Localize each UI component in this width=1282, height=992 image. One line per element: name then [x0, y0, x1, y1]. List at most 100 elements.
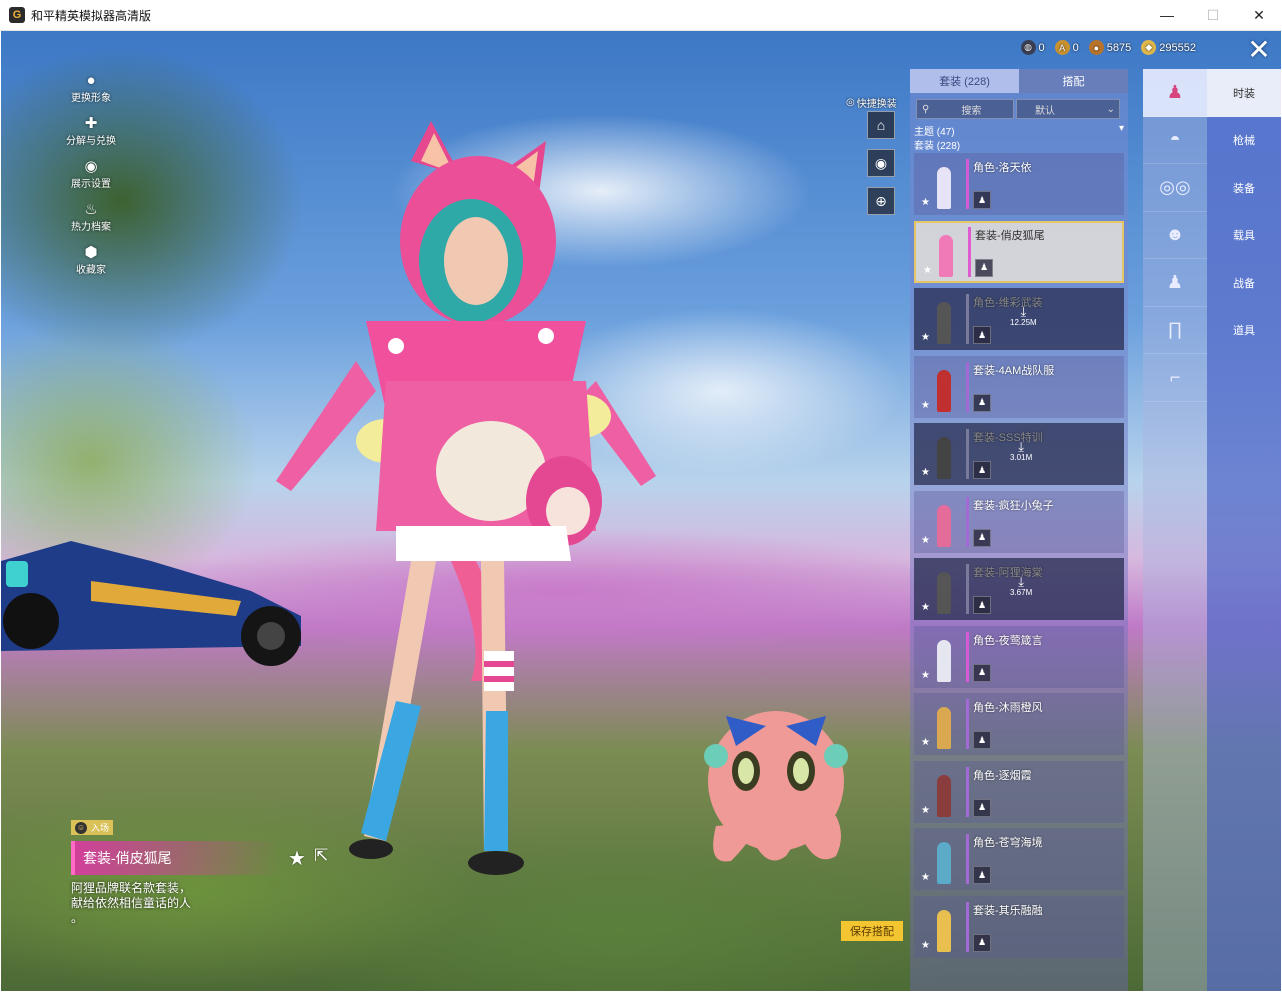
theme-count: 主题 (47)	[914, 127, 955, 138]
main-tab-vehicles[interactable]: 载具	[1207, 212, 1281, 260]
change-appearance-button[interactable]: ● 更换形象	[61, 71, 121, 105]
category-glasses[interactable]: ◎◎	[1143, 164, 1207, 212]
dropdown-triangle-icon: ▾	[1118, 123, 1124, 134]
main-tab-equipment[interactable]: 装备	[1207, 164, 1281, 212]
currency-gold-a[interactable]: A 0	[1054, 40, 1079, 55]
download-indicator[interactable]: ⤓ 3.67M	[1010, 575, 1032, 597]
search-placeholder: 搜索	[961, 105, 982, 117]
currency-diamond[interactable]: ◆ 295552	[1141, 40, 1196, 55]
main-tab-props[interactable]: 道具	[1207, 307, 1281, 355]
category-cap[interactable]: ◓	[1143, 117, 1207, 164]
outfit-thumbnail: ★	[919, 429, 969, 479]
category-character[interactable]: ♟	[1143, 69, 1207, 117]
save-outfit-button[interactable]: 保存搭配	[841, 921, 903, 941]
set-count: 套装 (228)	[914, 141, 961, 152]
outfit-item[interactable]: ★ 角色-夜莺箴言 ♟	[914, 625, 1124, 688]
diamond-coin-icon: ◆	[1141, 40, 1157, 55]
main-tab-battle-gear[interactable]: 战备	[1207, 259, 1281, 307]
theme-filter[interactable]: 主题 (47) ▾	[910, 119, 1128, 138]
outfit-thumbnail: ★	[919, 564, 969, 614]
favorite-button[interactable]: ★	[288, 846, 306, 871]
share-icon: ⇱	[314, 846, 329, 865]
main-tab-guns[interactable]: 枪械	[1207, 117, 1281, 165]
outfit-name: 套装-疯狂小兔子	[973, 499, 1054, 512]
minimize-button[interactable]: —	[1144, 0, 1190, 30]
tab-sets[interactable]: 套装 (228)	[910, 69, 1019, 93]
app-logo-icon: G	[9, 7, 25, 23]
player-character	[276, 121, 656, 875]
outfit-part-thumbnail: ♟	[973, 191, 991, 209]
currency-bronze[interactable]: ● 5875	[1088, 40, 1132, 55]
outfit-thumbnail: ★	[919, 294, 969, 344]
window-title: 和平精英模拟器高清版	[31, 8, 152, 23]
star-icon: ★	[921, 872, 930, 883]
outfit-thumbnail: ★	[919, 159, 969, 209]
main-tab-fashion[interactable]: 时装	[1207, 69, 1281, 117]
display-settings-button[interactable]: ◉ 展示设置	[61, 157, 121, 190]
outfit-item[interactable]: ★ 套装-疯狂小兔子 ♟	[914, 490, 1124, 553]
outfit-item[interactable]: ★ 角色-沐雨橙风 ♟	[914, 693, 1124, 755]
currency-gold-a-value: 0	[1072, 41, 1079, 54]
outfit-part-thumbnail: ♟	[973, 731, 991, 749]
outfit-item[interactable]: ★ 套装-4AM战队服 ♟	[914, 355, 1124, 418]
add-outfit-button[interactable]: ⊕	[867, 187, 895, 215]
currency-globe[interactable]: ◍ 0	[1020, 40, 1045, 55]
outfit-item[interactable]: ★ 角色-苍穹海境 ♟	[914, 828, 1124, 890]
outfit-name: 套装-其乐融融	[973, 904, 1043, 917]
outfit-item[interactable]: ★ 套装-SSS特训 ♟ ⤓ 3.01M	[914, 423, 1124, 485]
download-size: 3.01M	[1010, 453, 1033, 462]
outfit-thumbnail: ★	[919, 766, 969, 817]
outfit-item[interactable]: ★ 套装-其乐融融 ♟	[914, 895, 1124, 958]
category-pants[interactable]: ∏	[1143, 307, 1207, 354]
outfit-item[interactable]: ★ 角色-维彩武装 ♟ ⤓ 12.25M	[914, 288, 1124, 350]
star-icon: ★	[921, 467, 930, 478]
wardrobe-button[interactable]: ⌂	[867, 111, 895, 139]
download-indicator[interactable]: ⤓ 3.01M	[1010, 439, 1033, 462]
maximize-button[interactable]: ☐	[1190, 0, 1236, 30]
category-icon-column: ♟ ◓ ◎◎ ☻ ♟ ∏ ⌐	[1143, 69, 1207, 991]
collector-label: 收藏家	[76, 265, 106, 276]
category-mask[interactable]: ☻	[1143, 212, 1207, 259]
outfit-part-thumbnail: ♟	[973, 461, 991, 479]
collector-badge-icon: ⬢	[84, 244, 98, 261]
category-outfit[interactable]: ♟	[1143, 259, 1207, 307]
outfit-part-thumbnail: ♟	[973, 663, 991, 682]
outfit-part-thumbnail: ♟	[973, 933, 991, 952]
eye-icon: ◉	[84, 158, 98, 175]
currency-bronze-value: 5875	[1106, 41, 1132, 54]
tab-combos[interactable]: 搭配	[1019, 69, 1128, 93]
share-button[interactable]: ⇱	[314, 846, 328, 866]
outfit-part-thumbnail: ♟	[973, 326, 991, 344]
star-icon: ★	[921, 602, 930, 613]
outfit-item[interactable]: ★ 套装-阿狸海棠 ♟ ⤓ 3.67M	[914, 558, 1124, 620]
add-outfit-icon: ⊕	[875, 192, 887, 209]
octopus-pet	[704, 711, 848, 862]
outfit-part-thumbnail: ♟	[973, 798, 991, 817]
heat-profile-button[interactable]: ♨ 热力档案	[61, 200, 121, 233]
collector-button[interactable]: ⬢ 收藏家	[61, 243, 121, 276]
sort-dropdown[interactable]: 默认 ⌄	[1016, 99, 1120, 119]
star-icon: ★	[921, 939, 930, 951]
search-icon: ⚲	[922, 103, 930, 115]
close-wardrobe-button[interactable]: ✕	[1245, 36, 1273, 64]
star-icon: ★	[921, 399, 930, 411]
outfit-item[interactable]: ★ 角色-洛天依 ♟	[914, 153, 1124, 215]
download-icon: ⤓	[1018, 439, 1024, 454]
gold-a-coin-icon: A	[1054, 40, 1070, 55]
game-viewport: ● 更换形象 ✚ 分解与兑换 ◉ 展示设置 ♨ 热力档案 ⬢ 收藏家 ◍ 0 A…	[1, 31, 1281, 991]
category-socks[interactable]: ⌐	[1143, 354, 1207, 402]
outfit-item[interactable]: ★ 角色-逐烟霞 ♟	[914, 760, 1124, 823]
maximize-icon: ☐	[1206, 6, 1220, 23]
download-icon: ⤓	[1020, 304, 1027, 319]
badge-label: 入场	[91, 823, 110, 833]
emblem-button[interactable]: ◉	[867, 149, 895, 177]
decompose-exchange-button[interactable]: ✚ 分解与兑换	[61, 114, 121, 147]
outfit-item[interactable]: ★ 套装-俏皮狐尾 ♟	[914, 220, 1124, 283]
outfit-thumbnail: ★	[919, 699, 969, 749]
outfit-name: 角色-苍穹海境	[973, 837, 1043, 849]
close-window-button[interactable]: ✕	[1236, 0, 1282, 30]
left-side-menu: ● 更换形象 ✚ 分解与兑换 ◉ 展示设置 ♨ 热力档案 ⬢ 收藏家	[61, 71, 121, 286]
close-icon: ✕	[1253, 6, 1265, 23]
search-input[interactable]: ⚲ 搜索	[916, 99, 1014, 119]
download-indicator[interactable]: ⤓ 12.25M	[1010, 304, 1037, 327]
